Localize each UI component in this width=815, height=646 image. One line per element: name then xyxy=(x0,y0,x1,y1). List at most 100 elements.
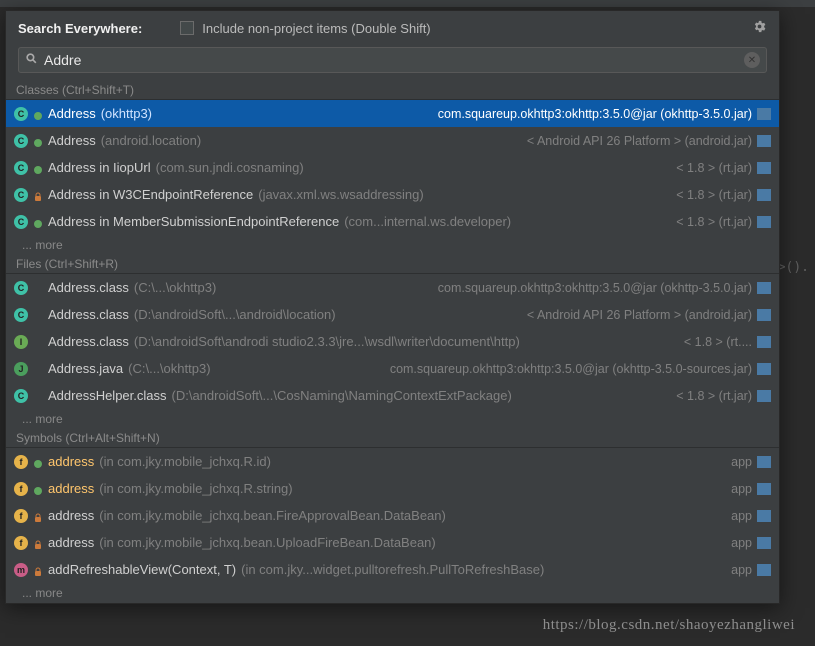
search-header: Search Everywhere: Include non-project i… xyxy=(6,11,779,45)
files-section-header: Files (Ctrl+Shift+R) xyxy=(6,255,779,274)
watermark: https://blog.csdn.net/shaoyezhangliwei xyxy=(543,617,795,634)
public-icon xyxy=(33,136,43,146)
result-name: Address.java xyxy=(48,361,123,376)
result-name: Address.class xyxy=(48,307,129,322)
symbols-more[interactable]: ... more xyxy=(6,583,779,603)
type-badge-icon: C xyxy=(14,389,28,403)
lock-icon xyxy=(33,190,43,200)
type-badge-icon: J xyxy=(14,362,28,376)
result-row[interactable]: C Address.class (D:\androidSoft\...\andro… xyxy=(6,301,779,328)
type-badge-icon: I xyxy=(14,335,28,349)
result-location: < Android API 26 Platform > (android.jar… xyxy=(527,134,752,148)
result-context: (C:\...\okhttp3) xyxy=(128,361,210,376)
public-icon xyxy=(33,457,43,467)
search-field[interactable]: ✕ xyxy=(18,47,767,73)
result-row[interactable]: faddress (in com.jky.mobile_jchxq.R.stri… xyxy=(6,475,779,502)
result-location: < 1.8 > (rt.jar) xyxy=(676,188,752,202)
result-row[interactable]: faddress (in com.jky.mobile_jchxq.R.id)a… xyxy=(6,448,779,475)
files-more[interactable]: ... more xyxy=(6,409,779,429)
result-context: (D:\androidSoft\androdi studio2.3.3\jre.… xyxy=(134,334,520,349)
public-icon xyxy=(33,484,43,494)
result-name: addRefreshableView(Context, T) xyxy=(48,562,236,577)
result-location: < Android API 26 Platform > (android.jar… xyxy=(527,308,752,322)
result-location: < 1.8 > (rt.jar) xyxy=(676,161,752,175)
result-name: AddressHelper.class xyxy=(48,388,167,403)
result-row[interactable]: C AddressHelper.class (D:\androidSoft\...… xyxy=(6,382,779,409)
symbols-section-header: Symbols (Ctrl+Alt+Shift+N) xyxy=(6,429,779,448)
result-row[interactable]: maddRefreshableView(Context, T) (in com.… xyxy=(6,556,779,583)
result-name: Address in IiopUrl xyxy=(48,160,151,175)
result-row[interactable]: CAddress in IiopUrl (com.sun.jndi.cosnam… xyxy=(6,154,779,181)
clear-icon[interactable]: ✕ xyxy=(744,52,760,68)
result-context: (D:\androidSoft\...\android\location) xyxy=(134,307,336,322)
result-row[interactable]: C Address (okhttp3) com.squareup.okhttp3:o… xyxy=(6,100,779,127)
type-badge-icon: C xyxy=(14,308,28,322)
library-icon xyxy=(757,456,771,468)
result-name: Address.class xyxy=(48,280,129,295)
result-name: Address in MemberSubmissionEndpointRefer… xyxy=(48,214,339,229)
result-name: address xyxy=(48,508,94,523)
classes-list: C Address (okhttp3) com.squareup.okhttp3:o… xyxy=(6,100,779,235)
search-everywhere-popup: Search Everywhere: Include non-project i… xyxy=(5,10,780,604)
library-icon xyxy=(757,483,771,495)
result-context: (in com.jky.mobile_jchxq.bean.UploadFire… xyxy=(99,535,436,550)
classes-more[interactable]: ... more xyxy=(6,235,779,255)
result-location: < 1.8 > (rt.jar) xyxy=(676,389,752,403)
background-code: >(). xyxy=(778,260,809,275)
result-context: (in com.jky.mobile_jchxq.R.string) xyxy=(99,481,292,496)
lock-icon xyxy=(33,565,43,575)
result-name: Address.class xyxy=(48,334,129,349)
library-icon xyxy=(757,510,771,522)
result-location: com.squareup.okhttp3:okhttp:3.5.0@jar (o… xyxy=(390,362,752,376)
result-location: < 1.8 > (rt.... xyxy=(684,335,752,349)
result-name: address xyxy=(48,454,94,469)
result-row[interactable]: CAddress in MemberSubmissionEndpointRefe… xyxy=(6,208,779,235)
library-icon xyxy=(757,309,771,321)
result-location: app xyxy=(731,455,752,469)
result-row[interactable]: C Address.class (C:\...\okhttp3) com.squar… xyxy=(6,274,779,301)
library-icon xyxy=(757,390,771,402)
result-location: com.squareup.okhttp3:okhttp:3.5.0@jar (o… xyxy=(438,107,752,121)
result-row[interactable]: I Address.class (D:\androidSoft\androdi s… xyxy=(6,328,779,355)
public-icon xyxy=(33,109,43,119)
result-context: (com...internal.ws.developer) xyxy=(344,214,511,229)
symbols-list: faddress (in com.jky.mobile_jchxq.R.id)a… xyxy=(6,448,779,583)
result-location: com.squareup.okhttp3:okhttp:3.5.0@jar (o… xyxy=(438,281,752,295)
files-list: C Address.class (C:\...\okhttp3) com.squar… xyxy=(6,274,779,409)
type-badge-icon: C xyxy=(14,188,28,202)
result-location: app xyxy=(731,536,752,550)
result-location: app xyxy=(731,482,752,496)
result-name: Address in W3CEndpointReference xyxy=(48,187,253,202)
search-title: Search Everywhere: xyxy=(18,21,142,36)
library-icon xyxy=(757,363,771,375)
result-context: (okhttp3) xyxy=(101,106,152,121)
type-badge-icon: C xyxy=(14,161,28,175)
result-context: (C:\...\okhttp3) xyxy=(134,280,216,295)
include-nonproject-checkbox[interactable] xyxy=(180,21,194,35)
result-name: Address xyxy=(48,106,96,121)
library-icon xyxy=(757,162,771,174)
result-row[interactable]: faddress (in com.jky.mobile_jchxq.bean.F… xyxy=(6,502,779,529)
public-icon xyxy=(33,163,43,173)
library-icon xyxy=(757,282,771,294)
lock-icon xyxy=(33,538,43,548)
result-row[interactable]: faddress (in com.jky.mobile_jchxq.bean.U… xyxy=(6,529,779,556)
lock-icon xyxy=(33,511,43,521)
gear-icon[interactable] xyxy=(752,19,767,37)
result-context: (D:\androidSoft\...\CosNaming\NamingCont… xyxy=(172,388,512,403)
type-badge-icon: C xyxy=(14,281,28,295)
library-icon xyxy=(757,216,771,228)
library-icon xyxy=(757,189,771,201)
result-row[interactable]: J Address.java (C:\...\okhttp3) com.square… xyxy=(6,355,779,382)
result-context: (javax.xml.ws.wsaddressing) xyxy=(258,187,423,202)
library-icon xyxy=(757,108,771,120)
result-context: (in com.jky...widget.pulltorefresh.PullT… xyxy=(241,562,544,577)
public-icon xyxy=(33,217,43,227)
result-row[interactable]: C Address in W3CEndpointReference (javax.… xyxy=(6,181,779,208)
library-icon xyxy=(757,135,771,147)
search-input[interactable] xyxy=(44,52,738,68)
type-badge-icon: f xyxy=(14,482,28,496)
result-row[interactable]: CAddress (android.location)< Android API… xyxy=(6,127,779,154)
type-badge-icon: C xyxy=(14,107,28,121)
library-icon xyxy=(757,336,771,348)
